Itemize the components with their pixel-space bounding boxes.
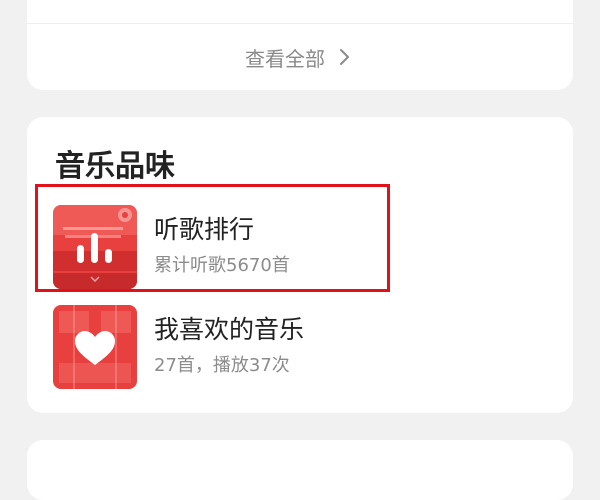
top-card: 查看全部 xyxy=(27,0,573,90)
heart-icon xyxy=(53,305,137,389)
liked-music-cover xyxy=(53,305,137,389)
divider xyxy=(27,23,573,24)
listening-rank-item[interactable]: 听歌排行 累计听歌5670首 xyxy=(27,201,573,291)
liked-music-title: 我喜欢的音乐 xyxy=(154,315,305,344)
liked-music-subtitle: 27首，播放37次 xyxy=(154,355,290,376)
section-title: 音乐品味 xyxy=(55,149,175,184)
music-taste-card: 音乐品味 听歌排行 累计听歌5670首 我喜欢的音乐 27首，播放37次 xyxy=(27,117,573,413)
view-all-label: 查看全部 xyxy=(245,46,325,71)
liked-music-item[interactable]: 我喜欢的音乐 27首，播放37次 xyxy=(27,301,573,391)
next-card xyxy=(27,440,573,500)
listening-rank-cover xyxy=(53,205,137,289)
bar-chart-icon xyxy=(53,205,137,289)
listening-rank-title: 听歌排行 xyxy=(154,215,255,244)
chevron-right-icon xyxy=(340,49,349,65)
view-all-button[interactable]: 查看全部 xyxy=(27,37,573,77)
listening-rank-subtitle: 累计听歌5670首 xyxy=(154,255,290,276)
